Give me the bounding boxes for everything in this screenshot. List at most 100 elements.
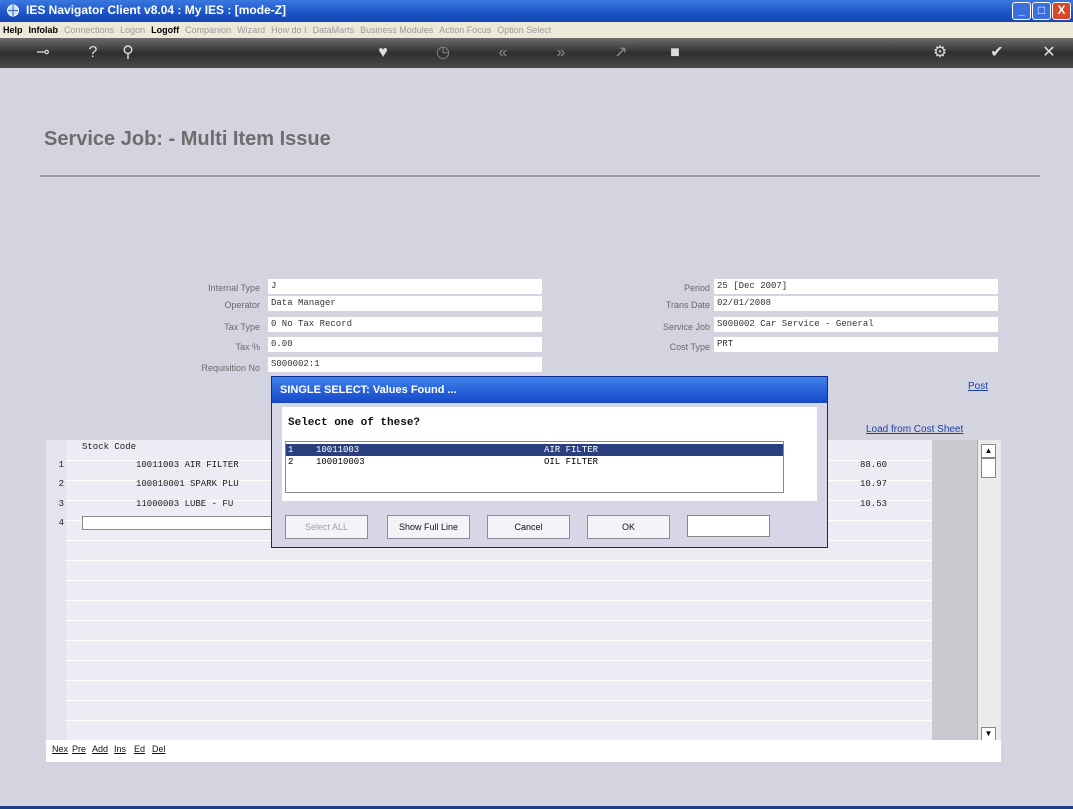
exit-icon[interactable]: ↗ — [606, 38, 636, 68]
grid-row-1-amount[interactable]: 88.60 — [860, 460, 887, 470]
menu-business-modules[interactable]: Business Modules — [357, 22, 436, 38]
insert-button[interactable]: Ins — [114, 744, 126, 754]
add-button[interactable]: Add — [92, 744, 108, 754]
search-icon[interactable]: ⚲ — [113, 38, 143, 68]
menu-connections[interactable]: Connections — [61, 22, 117, 38]
post-link[interactable]: Post — [968, 381, 988, 392]
heart-icon[interactable]: ♥ — [368, 38, 398, 68]
cost-type-field[interactable]: PRT — [714, 337, 998, 352]
menu-action-focus[interactable]: Action Focus — [436, 22, 494, 38]
operator-label: Operator — [224, 300, 260, 310]
cost-type-label: Cost Type — [669, 342, 710, 352]
requisition-no-field[interactable]: S000002:1 — [268, 357, 542, 372]
grid-divider — [66, 600, 932, 601]
load-from-cost-sheet-link[interactable]: Load from Cost Sheet — [866, 424, 963, 435]
option-code: 100010003 — [316, 457, 365, 467]
dialog-search-input[interactable] — [687, 515, 770, 537]
tax-percent-field[interactable]: 0.00 — [268, 337, 542, 352]
select-all-button[interactable]: Select ALL — [285, 515, 368, 539]
tax-percent-label: Tax % — [235, 342, 260, 352]
menu-bar: Help Infolab Connections Logon Logoff Compani… — [0, 22, 1073, 38]
check-icon[interactable]: ✔ — [982, 38, 1012, 68]
maximize-button[interactable]: □ — [1032, 2, 1051, 20]
menu-infolab[interactable]: Infolab — [26, 22, 62, 38]
grid-header-stock-code: Stock Code — [82, 442, 137, 452]
grid-row-3-amount[interactable]: 10.53 — [860, 499, 887, 509]
edit-button[interactable]: Ed — [134, 744, 145, 754]
internal-type-field[interactable]: J — [268, 279, 542, 294]
page-title: Service Job: - Multi Item Issue — [44, 128, 331, 150]
record-nav-bar — [46, 740, 1001, 762]
period-field[interactable]: 25 [Dec 2007] — [714, 279, 998, 294]
option-description: AIR FILTER — [544, 445, 599, 455]
tax-type-label: Tax Type — [224, 322, 260, 332]
grid-divider — [66, 580, 932, 581]
fast-forward-icon[interactable]: » — [546, 38, 576, 68]
menu-datamarts[interactable]: DataMarts — [310, 22, 358, 38]
rewind-icon[interactable]: « — [488, 38, 518, 68]
help-icon[interactable]: ? — [78, 38, 108, 68]
close-icon[interactable]: ✕ — [1034, 38, 1064, 68]
grid-divider — [66, 620, 932, 621]
minimize-button[interactable]: _ — [1012, 2, 1031, 20]
close-window-button[interactable]: X — [1052, 2, 1071, 20]
grid-divider — [66, 680, 932, 681]
grid-divider — [66, 700, 932, 701]
next-button[interactable]: Nex — [52, 744, 68, 754]
dialog-prompt: Select one of these? — [288, 417, 421, 429]
vertical-scrollbar[interactable] — [977, 440, 1001, 746]
scroll-down-button[interactable]: ▼ — [981, 727, 996, 741]
trans-date-field[interactable]: 02/01/2008 — [714, 296, 998, 311]
menu-companion[interactable]: Companion — [182, 22, 234, 38]
option-row-2[interactable]: 2 100010003 OIL FILTER — [286, 456, 783, 468]
option-row-1[interactable]: 1 10011003 AIR FILTER — [286, 444, 783, 456]
row-number: 2 — [58, 479, 64, 489]
ok-button[interactable]: OK — [587, 515, 670, 539]
settings-icon[interactable]: ⚙ — [925, 38, 955, 68]
window-title-bar[interactable]: IES Navigator Client v8.04 : My IES : [m… — [0, 0, 1073, 22]
option-number: 1 — [288, 445, 294, 455]
menu-logoff[interactable]: Logoff — [148, 22, 182, 38]
toolbar: ⊸ ? ⚲ ♥ ◷ « » ↗ ■ ⚙ ✔ ✕ — [0, 38, 1073, 68]
row-number: 3 — [58, 499, 64, 509]
trans-date-label: Trans Date — [665, 300, 710, 310]
cancel-button[interactable]: Cancel — [487, 515, 570, 539]
grid-divider — [66, 640, 932, 641]
grid-edit-cell[interactable] — [82, 516, 272, 530]
scroll-up-button[interactable]: ▲ — [981, 444, 996, 458]
delete-button[interactable]: Del — [152, 744, 166, 754]
clock-icon[interactable]: ◷ — [428, 38, 458, 68]
single-select-dialog[interactable]: SINGLE SELECT: Values Found ... Select o… — [271, 376, 828, 548]
grid-row-1-text[interactable]: 10011003 AIR FILTER — [136, 460, 239, 470]
internal-type-label: Internal Type — [208, 283, 260, 293]
service-job-field[interactable]: S000002 Car Service - General — [714, 317, 998, 332]
tax-type-field[interactable]: 0 No Tax Record — [268, 317, 542, 332]
row-number: 4 — [58, 518, 64, 528]
app-globe-icon — [7, 4, 19, 17]
grid-side-column — [932, 440, 977, 740]
menu-how-do-i[interactable]: How do I — [268, 22, 310, 38]
previous-button[interactable]: Pre — [72, 744, 86, 754]
grid-row-2-text[interactable]: 100010001 SPARK PLU — [136, 479, 239, 489]
show-full-line-button[interactable]: Show Full Line — [387, 515, 470, 539]
grid-divider — [66, 560, 932, 561]
dialog-options-list[interactable]: 1 10011003 AIR FILTER 2 100010003 OIL FI… — [285, 441, 784, 493]
scroll-thumb[interactable] — [981, 458, 996, 478]
key-icon[interactable]: ⊸ — [28, 38, 58, 68]
title-divider — [40, 175, 1040, 177]
grid-divider — [66, 660, 932, 661]
operator-field[interactable]: Data Manager — [268, 296, 542, 311]
menu-option-select[interactable]: Option Select — [494, 22, 554, 38]
row-number: 1 — [58, 460, 64, 470]
option-description: OIL FILTER — [544, 457, 599, 467]
menu-help[interactable]: Help — [0, 22, 26, 38]
menu-wizard[interactable]: Wizard — [234, 22, 268, 38]
grid-row-2-amount[interactable]: 10.97 — [860, 479, 887, 489]
stop-icon[interactable]: ■ — [660, 38, 690, 68]
window-title: IES Navigator Client v8.04 : My IES : [m… — [26, 3, 287, 17]
option-number: 2 — [288, 457, 294, 467]
dialog-title[interactable]: SINGLE SELECT: Values Found ... — [272, 377, 827, 403]
menu-logon[interactable]: Logon — [117, 22, 148, 38]
grid-row-3-text[interactable]: 11000003 LUBE - FU — [136, 499, 233, 509]
requisition-no-label: Requisition No — [201, 363, 260, 373]
